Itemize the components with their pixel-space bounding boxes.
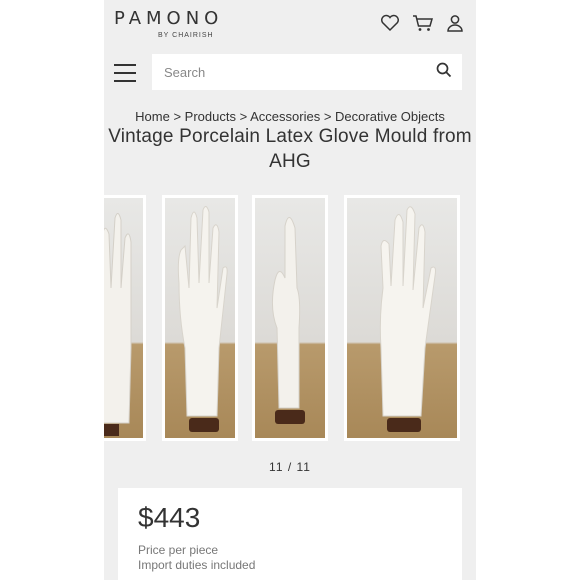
header: PAMONO BY CHAIRISH xyxy=(104,0,476,50)
heart-icon[interactable] xyxy=(380,14,400,32)
user-icon[interactable] xyxy=(446,14,464,32)
breadcrumb-separator: > xyxy=(323,109,332,124)
page: PAMONO BY CHAIRISH Home > Products > A xyxy=(104,0,476,580)
breadcrumb-separator: > xyxy=(239,109,248,124)
gallery-counter: 11 / 11 xyxy=(269,460,311,474)
image-gallery[interactable] xyxy=(104,195,476,441)
breadcrumb-decorative-objects[interactable]: Decorative Objects xyxy=(335,109,445,124)
header-icons xyxy=(380,14,464,32)
gallery-image[interactable] xyxy=(162,195,238,441)
brand-logo[interactable]: PAMONO xyxy=(114,8,223,29)
price-notes: Price per piece Import duties included xyxy=(138,543,255,573)
gallery-image[interactable] xyxy=(252,195,328,441)
menu-icon[interactable] xyxy=(114,64,136,82)
price-card: $443 Price per piece Import duties inclu… xyxy=(118,488,462,580)
search-input[interactable] xyxy=(162,63,436,81)
breadcrumb-accessories[interactable]: Accessories xyxy=(250,109,320,124)
search-row xyxy=(104,54,476,98)
gallery-image[interactable] xyxy=(344,195,460,441)
cart-icon[interactable] xyxy=(412,14,434,32)
page-title: Vintage Porcelain Latex Glove Mould from… xyxy=(108,126,472,172)
price-per-piece: Price per piece xyxy=(138,543,219,557)
breadcrumb-separator: > xyxy=(173,109,182,124)
breadcrumb-products[interactable]: Products xyxy=(185,109,236,124)
import-duties-note: Import duties included xyxy=(138,558,256,572)
breadcrumb: Home > Products > Accessories > Decorati… xyxy=(104,109,476,124)
breadcrumb-home[interactable]: Home xyxy=(135,109,170,124)
gallery-image[interactable] xyxy=(104,195,146,441)
brand-subtitle: BY CHAIRISH xyxy=(158,32,214,39)
price: $443 xyxy=(138,502,201,533)
search-icon[interactable] xyxy=(436,62,452,83)
search-bar xyxy=(152,54,462,90)
